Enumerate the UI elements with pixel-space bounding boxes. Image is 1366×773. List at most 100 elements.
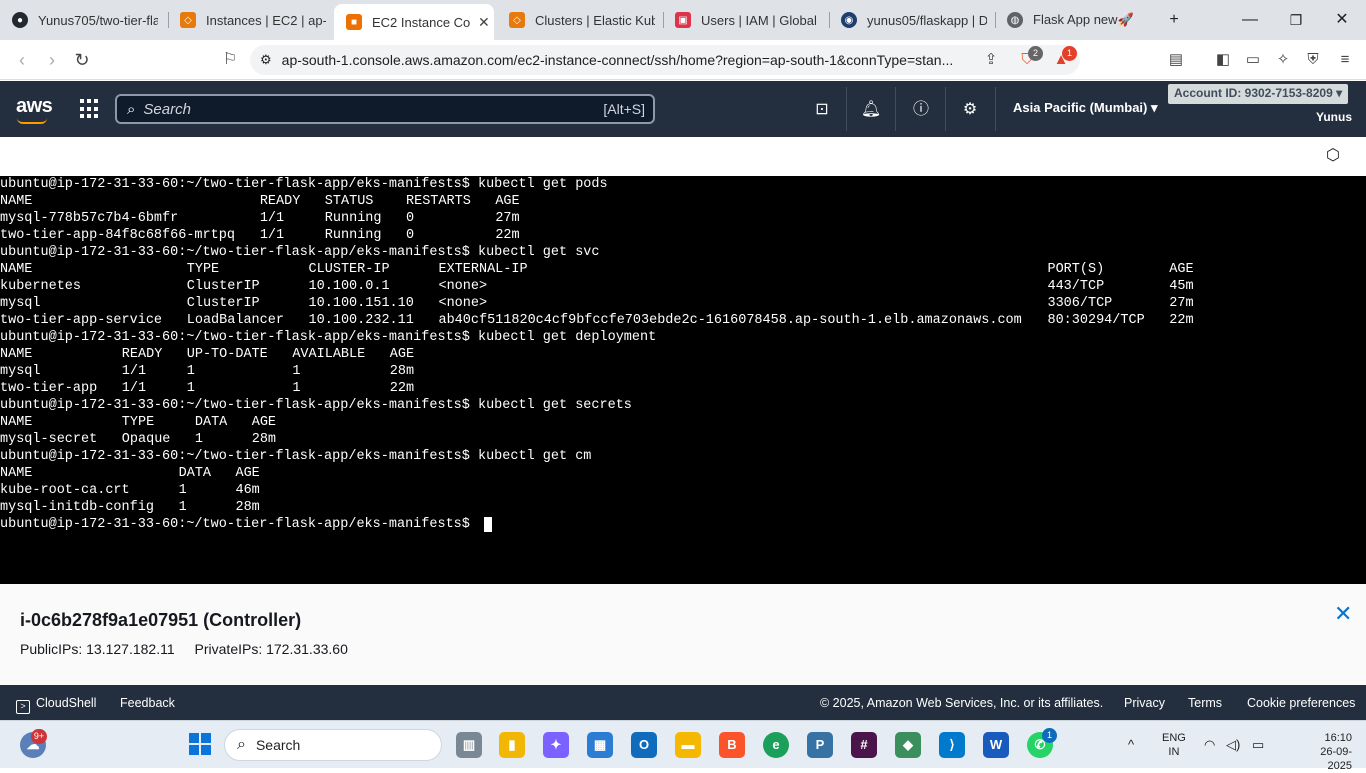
tab-github[interactable]: ● Yunus705/two-tier-fla bbox=[0, 0, 168, 40]
tab-iam-users[interactable]: ▣ Users | IAM | Global bbox=[663, 0, 829, 40]
tab-docker-hub[interactable]: ◉ yunus05/flaskapp | Do bbox=[829, 0, 995, 40]
file-explorer-icon[interactable]: ▬ bbox=[675, 732, 701, 758]
help-icon[interactable]: ⓘ bbox=[910, 99, 932, 121]
close-icon[interactable]: ✕ bbox=[1334, 603, 1354, 625]
terminal-text: 80:30294/TCP bbox=[1047, 313, 1145, 328]
services-grid-icon[interactable] bbox=[80, 99, 100, 119]
task-view-icon[interactable]: ▥ bbox=[456, 732, 482, 758]
widgets-chart-icon[interactable]: ▮ bbox=[499, 732, 525, 758]
edge-icon[interactable]: e bbox=[763, 732, 789, 758]
aws-footer: > CloudShell Feedback © 2025, Amazon Web … bbox=[0, 685, 1366, 720]
settings-gear-icon[interactable]: ⚙ bbox=[959, 99, 981, 121]
new-tab-button[interactable]: + bbox=[1162, 8, 1186, 32]
terminal-text: ubuntu@ip-172-31-33-60:~/two-tier-flask-… bbox=[0, 517, 478, 532]
cookie-preferences-link[interactable]: Cookie preferences bbox=[1247, 696, 1355, 710]
battery-icon[interactable]: ▭ bbox=[1252, 737, 1264, 753]
terminal-line: ubuntu@ip-172-31-33-60:~/two-tier-flask-… bbox=[0, 329, 1366, 346]
terminal-text: 1 bbox=[292, 381, 301, 396]
brave-browser-icon[interactable]: B bbox=[719, 732, 745, 758]
share-icon[interactable]: ⇪ bbox=[980, 49, 1002, 71]
tab-eks-clusters[interactable]: ◇ Clusters | Elastic Kube bbox=[497, 0, 663, 40]
close-tab-icon[interactable]: ✕ bbox=[478, 14, 490, 31]
lang-line1: ENG bbox=[1162, 732, 1186, 744]
word-icon[interactable]: W bbox=[983, 732, 1009, 758]
tab-ec2-instance-connect[interactable]: ■ EC2 Instance Con ✕ bbox=[334, 4, 494, 40]
outlook-icon[interactable]: O bbox=[631, 732, 657, 758]
maximize-icon[interactable]: ❐ bbox=[1284, 8, 1308, 32]
leo-ai-icon[interactable]: ✧ bbox=[1272, 49, 1294, 71]
bookmark-icon[interactable]: ⚐ bbox=[218, 48, 242, 72]
terminal[interactable]: ubuntu@ip-172-31-33-60:~/two-tier-flask-… bbox=[0, 176, 1366, 584]
terminal-text: 28m bbox=[389, 364, 415, 379]
aws-search-input[interactable]: ⌕ Search [Alt+S] bbox=[115, 94, 655, 124]
wallet-icon[interactable]: ▭ bbox=[1242, 49, 1264, 71]
start-windows-icon[interactable] bbox=[187, 732, 213, 758]
clock[interactable]: 16:10 26-09-2025 bbox=[1296, 731, 1352, 773]
reader-mode-icon[interactable]: ▤ bbox=[1165, 49, 1187, 71]
terminal-text: AGE bbox=[495, 194, 520, 209]
site-settings-icon[interactable]: ⚙ bbox=[260, 52, 272, 68]
terminal-text: ubuntu@ip-172-31-33-60:~/two-tier-flask-… bbox=[0, 449, 592, 464]
menu-icon[interactable]: ≡ bbox=[1334, 49, 1356, 71]
account-id-badge[interactable]: Account ID: 9302-7153-8209 ▾ bbox=[1168, 84, 1349, 104]
microsoft-store-icon[interactable]: ▦ bbox=[587, 732, 613, 758]
hexagon-settings-icon[interactable]: ⬡ bbox=[1326, 147, 1342, 165]
tab-ec2-instances[interactable]: ◇ Instances | EC2 | ap-sc bbox=[168, 0, 334, 40]
terminal-line: kube-root-ca.crt 1 46m bbox=[0, 482, 1366, 499]
volume-icon[interactable]: ◁) bbox=[1226, 737, 1240, 753]
privacy-link[interactable]: Privacy bbox=[1124, 696, 1165, 710]
user-menu[interactable]: Yunus bbox=[1316, 110, 1352, 124]
terminal-text: mysql-secret bbox=[0, 432, 98, 447]
docker-icon: ◉ bbox=[841, 12, 857, 28]
close-window-icon[interactable]: ✕ bbox=[1330, 8, 1354, 32]
sidebar-toggle-icon[interactable]: ◧ bbox=[1212, 49, 1234, 71]
git-tool-icon[interactable]: ◆ bbox=[895, 732, 921, 758]
python-icon[interactable]: P bbox=[807, 732, 833, 758]
copilot-icon[interactable]: ✦ bbox=[543, 732, 569, 758]
terminal-line: two-tier-app 1/1 1 1 22m bbox=[0, 380, 1366, 397]
taskbar-search[interactable]: ⌕ Search bbox=[224, 729, 442, 761]
public-ips: PublicIPs: 13.127.182.11 bbox=[20, 641, 175, 657]
terminal-text: AGE bbox=[389, 347, 415, 362]
notifications-bell-icon[interactable]: 🔔︎ bbox=[860, 99, 882, 121]
terminal-text: ClusterIP bbox=[186, 279, 260, 294]
header-divider bbox=[895, 87, 896, 131]
reload-icon[interactable]: ↻ bbox=[70, 48, 94, 72]
aws-icon: ◇ bbox=[180, 12, 196, 28]
terminal-cursor bbox=[484, 517, 493, 532]
back-icon[interactable]: ‹ bbox=[10, 48, 34, 72]
wifi-icon[interactable]: ◠ bbox=[1204, 737, 1215, 753]
forward-icon[interactable]: › bbox=[40, 48, 64, 72]
slack-icon[interactable]: # bbox=[851, 732, 877, 758]
terminal-text: RESTARTS bbox=[406, 194, 471, 209]
terminal-text: NAME bbox=[0, 466, 33, 481]
input-language[interactable]: ENG IN bbox=[1162, 731, 1186, 759]
minimize-icon[interactable]: — bbox=[1238, 8, 1262, 32]
ec2-icon: ■ bbox=[346, 14, 362, 30]
show-hidden-icons-chevron-icon[interactable]: ^ bbox=[1128, 737, 1134, 752]
instance-info-panel: i-0c6b278f9a1e07951 (Controller) PublicI… bbox=[0, 584, 1366, 685]
terminal-line: NAME TYPE DATA AGE bbox=[0, 414, 1366, 431]
vpn-icon[interactable]: ⛨ bbox=[1302, 49, 1324, 71]
vscode-icon[interactable]: ⟩ bbox=[939, 732, 965, 758]
terminal-text: 0 bbox=[406, 211, 415, 226]
terminal-text: 443/TCP bbox=[1047, 279, 1105, 294]
windows-taskbar: ☁ 9+ ⌕ Search ▥ ▮ ✦ ▦ O ▬ B e P # ◆ ⟩ W … bbox=[0, 720, 1366, 772]
terminal-text: 1 bbox=[186, 381, 195, 396]
terminal-text: PORT(S) bbox=[1047, 262, 1105, 277]
url-field[interactable]: ⚙ ap-south-1.console.aws.amazon.com/ec2-… bbox=[250, 45, 1080, 75]
terms-link[interactable]: Terms bbox=[1188, 696, 1222, 710]
feedback-link[interactable]: Feedback bbox=[120, 696, 175, 710]
terminal-text: Running bbox=[324, 211, 382, 226]
region-selector[interactable]: Asia Pacific (Mumbai) ▾ bbox=[1013, 100, 1158, 116]
cloudshell-icon[interactable]: ⊡ bbox=[811, 99, 833, 121]
terminal-text: 22m bbox=[389, 381, 415, 396]
aws-logo[interactable]: aws bbox=[16, 95, 53, 124]
caret-down-icon: ▾ bbox=[1151, 100, 1158, 115]
terminal-text: READY bbox=[259, 194, 301, 209]
terminal-text: <none> bbox=[438, 279, 488, 294]
cloudshell-link[interactable]: > CloudShell bbox=[16, 696, 96, 714]
terminal-text: kubernetes bbox=[0, 279, 82, 294]
terminal-text: AGE bbox=[251, 415, 277, 430]
tab-flask-app[interactable]: ◍ Flask App new🚀 bbox=[995, 0, 1155, 40]
